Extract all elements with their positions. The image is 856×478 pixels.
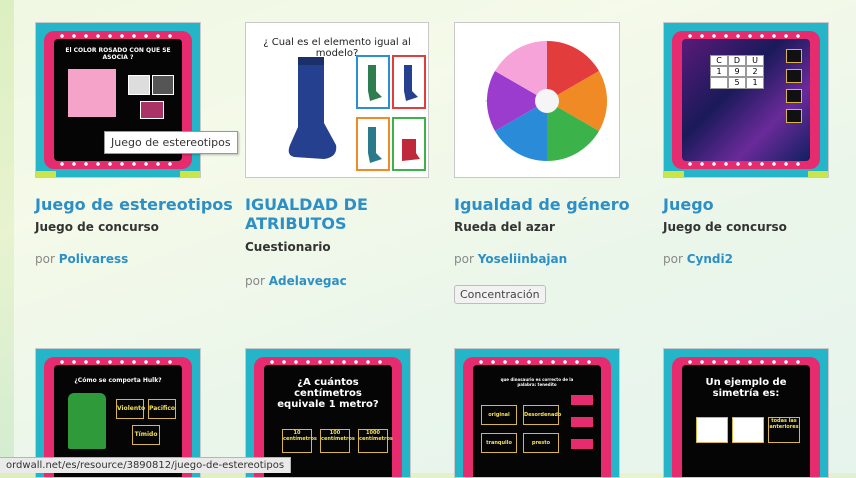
answer-box: Violento [116, 399, 145, 419]
author-prefix: por [245, 274, 265, 288]
answer-box: Desordenado [523, 405, 561, 425]
activity-thumbnail[interactable]: ¿ Cual es el elemento igual al modelo? [245, 22, 429, 178]
activity-type: Rueda del azar [454, 220, 555, 234]
hulk-image [68, 393, 106, 449]
author-link[interactable]: Adelavegac [269, 274, 347, 288]
answer-box [786, 49, 802, 63]
thumbnail-question: que dinosaurio es correcto de la palabra… [500, 377, 574, 387]
answer-box [696, 417, 728, 443]
activity-author-line: por Cyndi2 [663, 252, 733, 266]
answer-tile [571, 395, 593, 405]
grid-cell [710, 77, 728, 89]
activity-title[interactable]: IGUALDAD DE ATRIBUTOS [245, 195, 395, 233]
option-box-d [392, 117, 426, 171]
author-prefix: por [663, 252, 683, 266]
author-link[interactable]: Cyndi2 [687, 252, 733, 266]
activity-type: Juego de concurso [35, 220, 159, 234]
author-prefix: por [35, 252, 55, 266]
spin-wheel-image [485, 40, 608, 162]
grid-cell: 9 [728, 66, 746, 77]
activity-type: Cuestionario [245, 240, 331, 254]
author-prefix: por [454, 252, 474, 266]
answer-box: original [481, 405, 517, 425]
activity-author-line: por Polivaress [35, 252, 128, 266]
answer-box: tranquilo [481, 433, 517, 453]
thumbnail-question: Un ejemplo de simetría es: [705, 377, 787, 399]
answer-box: 1000 centímetros [358, 429, 393, 453]
grid-cell: 2 [746, 66, 764, 77]
option-box-a [356, 55, 390, 109]
grid-cell: U [746, 55, 764, 66]
grid-cell: 5 [728, 77, 746, 89]
activity-thumbnail[interactable]: que dinosaurio es correcto de la palabra… [454, 348, 620, 478]
author-link[interactable]: Yoseliinbajan [478, 252, 567, 266]
option-box-c [356, 117, 390, 171]
author-link[interactable]: Polivaress [59, 252, 129, 266]
answer-box: presto [523, 433, 559, 453]
activity-thumbnail[interactable]: Un ejemplo de simetría es: todas las ant… [663, 348, 829, 478]
sock-image [288, 57, 337, 159]
answer-box: todas las anteriores [768, 417, 800, 443]
activity-thumbnail[interactable]: C D U 1 9 2 5 1 [663, 22, 829, 178]
activity-author-line: por Adelavegac [245, 274, 347, 288]
option-box-b [392, 55, 426, 109]
activity-card[interactable]: C D U 1 9 2 5 1 Juego Juego de concurso … [663, 22, 853, 272]
answer-tile [571, 417, 593, 427]
activity-title[interactable]: Juego [663, 195, 833, 214]
tooltip: Juego de estereotipos [104, 131, 238, 154]
image-answer-box [140, 101, 164, 119]
answer-tile [571, 439, 593, 449]
answer-box [786, 69, 802, 83]
answer-box [732, 417, 764, 443]
activity-title[interactable]: Juego de estereotipos [35, 195, 235, 214]
answer-box: Tímido [132, 425, 160, 445]
image-answer-box [152, 75, 174, 95]
browser-status-url: ordwall.net/es/resource/3890812/juego-de… [0, 457, 292, 473]
activity-author-line: por Yoseliinbajan [454, 252, 567, 266]
thumbnail-question: ¿Cómo se comporta Hulk? [74, 377, 162, 384]
thumbnail-question: El COLOR ROSADO CON QUE SE ASOCIA ? [65, 47, 171, 61]
activity-thumbnail[interactable]: El COLOR ROSADO CON QUE SE ASOCIA ? [35, 22, 201, 178]
activity-thumbnail[interactable] [454, 22, 620, 178]
grid-cell: D [728, 55, 746, 66]
image-answer-box [128, 75, 150, 95]
activity-type: Juego de concurso [663, 220, 787, 234]
answer-box [786, 109, 802, 123]
activity-tag[interactable]: Concentración [454, 285, 546, 304]
answer-box [786, 89, 802, 103]
grid-cell: 1 [746, 77, 764, 89]
thumbnail-question: ¿A cuántos centímetros equivale 1 metro? [277, 377, 379, 410]
grid-cell: C [710, 55, 728, 66]
grid-cell: 1 [710, 66, 728, 77]
number-grid: C D U 1 9 2 5 1 [710, 55, 764, 89]
activity-title[interactable]: Igualdad de género [454, 195, 654, 214]
activity-card[interactable]: Igualdad de género Rueda del azar por Yo… [454, 22, 644, 312]
answer-box: Pacifico [148, 399, 176, 419]
activity-card[interactable]: ¿ Cual es el elemento igual al modelo? I… [245, 22, 435, 302]
answer-box: 10 centímetros [282, 429, 317, 453]
pink-answer-box [68, 69, 116, 117]
answer-box: 100 centímetros [320, 429, 355, 453]
